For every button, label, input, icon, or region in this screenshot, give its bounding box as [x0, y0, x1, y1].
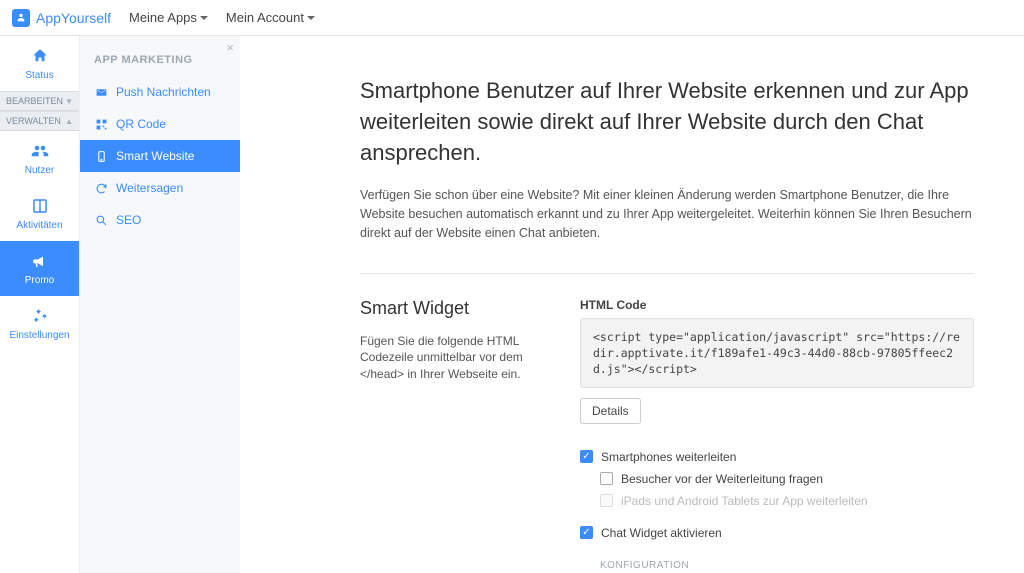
nav-activities-label: Aktivitäten [16, 220, 62, 231]
nav-activities[interactable]: Aktivitäten [0, 186, 79, 241]
subnav-share-label: Weitersagen [116, 181, 183, 195]
subnav-push[interactable]: Push Nachrichten [80, 76, 240, 108]
brand-icon [12, 9, 30, 27]
subnav-share[interactable]: Weitersagen [80, 172, 240, 204]
home-icon [30, 46, 50, 66]
chevron-up-icon: ▲ [65, 117, 73, 126]
page-title: Smartphone Benutzer auf Ihrer Website er… [360, 76, 974, 168]
main-content: Smartphone Benutzer auf Ihrer Website er… [240, 36, 1024, 573]
nav-promo[interactable]: Promo [0, 241, 79, 296]
bullhorn-icon [30, 251, 50, 271]
divider [360, 273, 974, 274]
option-chat-label: Chat Widget aktivieren [601, 526, 722, 540]
close-icon[interactable]: × [226, 40, 234, 55]
caret-icon [307, 16, 315, 20]
option-redirect-smartphones[interactable]: ✓ Smartphones weiterleiten [580, 446, 974, 468]
nav-settings[interactable]: Einstellungen [0, 296, 79, 351]
users-icon [30, 141, 50, 161]
topbar: AppYourself Meine Apps Mein Account [0, 0, 1024, 36]
widget-instructions: Fügen Sie die folgende HTML Codezeile un… [360, 333, 550, 383]
subnav-title: APP MARKETING [80, 44, 240, 76]
subnav-smart-label: Smart Website [116, 149, 194, 163]
sub-nav: × APP MARKETING Push Nachrichten QR Code… [80, 36, 240, 573]
subnav-qr-label: QR Code [116, 117, 166, 131]
code-label: HTML Code [580, 298, 974, 312]
book-icon [30, 196, 50, 216]
search-icon [94, 213, 108, 227]
nav-edit-label: BEARBEITEN [6, 96, 63, 106]
checkbox-checked-icon[interactable]: ✓ [580, 450, 593, 463]
menu-my-apps[interactable]: Meine Apps [129, 10, 208, 25]
page-description: Verfügen Sie schon über eine Website? Mi… [360, 186, 974, 242]
qr-icon [94, 117, 108, 131]
envelope-icon [94, 85, 108, 99]
nav-users-label: Nutzer [25, 165, 54, 176]
checkbox-checked-icon[interactable]: ✓ [580, 526, 593, 539]
option-ask-label: Besucher vor der Weiterleitung fragen [621, 472, 823, 486]
subnav-seo[interactable]: SEO [80, 204, 240, 236]
subnav-seo-label: SEO [116, 213, 141, 227]
nav-section-edit[interactable]: BEARBEITEN ▼ [0, 91, 79, 111]
option-chat-widget[interactable]: ✓ Chat Widget aktivieren [580, 522, 974, 544]
option-redirect-label: Smartphones weiterleiten [601, 450, 736, 464]
checkbox-unchecked-icon[interactable] [600, 472, 613, 485]
option-ipads-label: iPads und Android Tablets zur App weiter… [621, 494, 868, 508]
nav-status[interactable]: Status [0, 36, 79, 91]
nav-users[interactable]: Nutzer [0, 131, 79, 186]
checkbox-disabled-icon [600, 494, 613, 507]
subnav-push-label: Push Nachrichten [116, 85, 211, 99]
menu-my-account[interactable]: Mein Account [226, 10, 315, 25]
top-menu: Meine Apps Mein Account [129, 10, 315, 25]
brand-text: AppYourself [36, 10, 111, 26]
config-section-title: KONFIGURATION [600, 550, 974, 573]
phone-icon [94, 149, 108, 163]
details-button[interactable]: Details [580, 398, 641, 424]
nav-section-manage[interactable]: VERWALTEN ▲ [0, 111, 79, 131]
subnav-qr[interactable]: QR Code [80, 108, 240, 140]
chevron-down-icon: ▼ [65, 97, 73, 106]
menu-my-apps-label: Meine Apps [129, 10, 197, 25]
subnav-smart-website[interactable]: Smart Website [80, 140, 240, 172]
nav-settings-label: Einstellungen [9, 330, 69, 341]
cogs-icon [30, 306, 50, 326]
refresh-icon [94, 181, 108, 195]
option-ipads-tablets: iPads und Android Tablets zur App weiter… [600, 490, 974, 512]
widget-heading: Smart Widget [360, 298, 550, 319]
left-nav: Status BEARBEITEN ▼ VERWALTEN ▲ Nutzer A… [0, 36, 80, 573]
nav-promo-label: Promo [25, 275, 54, 286]
menu-my-account-label: Mein Account [226, 10, 304, 25]
nav-manage-label: VERWALTEN [6, 116, 61, 126]
caret-icon [200, 16, 208, 20]
brand[interactable]: AppYourself [12, 9, 111, 27]
option-ask-before-redirect[interactable]: Besucher vor der Weiterleitung fragen [600, 468, 974, 490]
html-code-box[interactable]: <script type="application/javascript" sr… [580, 318, 974, 388]
nav-status-label: Status [25, 70, 53, 81]
